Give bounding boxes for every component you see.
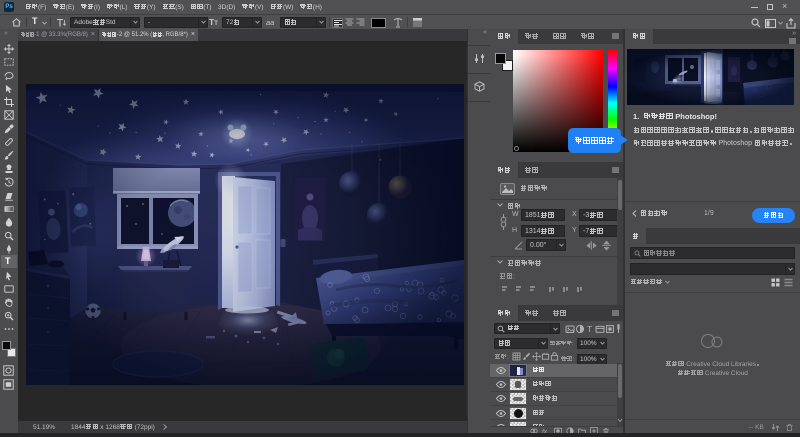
svg-text:fx: fx [542,428,548,433]
svg-text:T: T [587,324,592,334]
